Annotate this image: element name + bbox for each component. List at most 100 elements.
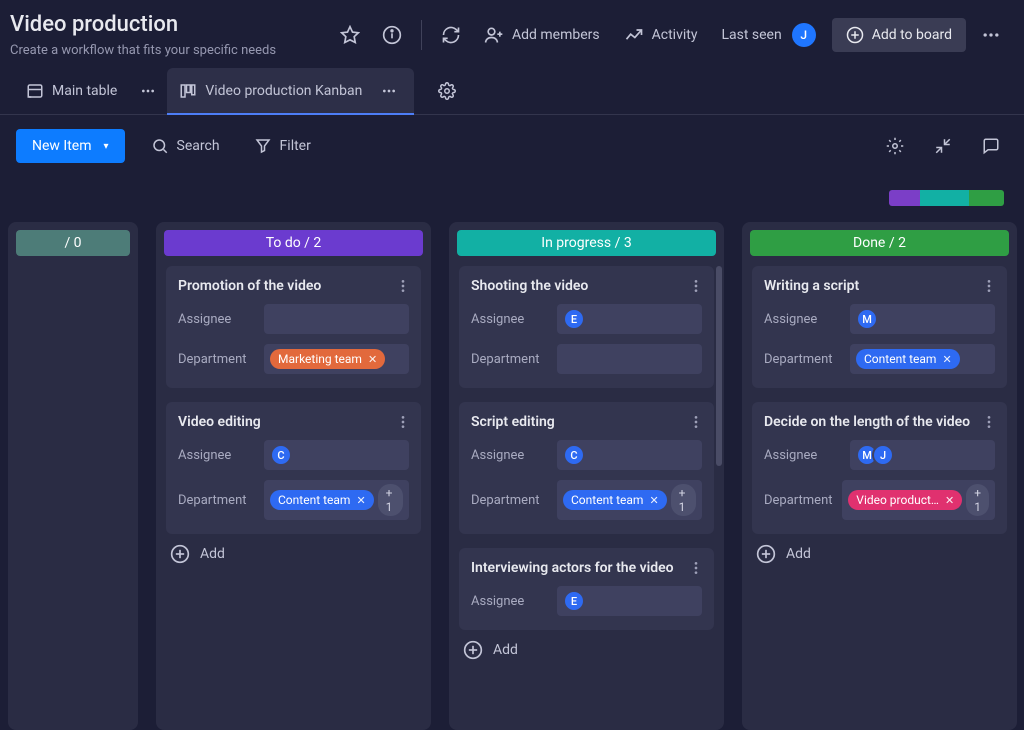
department-field[interactable]: Content team✕+ 1: [264, 480, 409, 520]
remove-tag-icon[interactable]: ✕: [649, 494, 658, 507]
search-tool[interactable]: Search: [143, 131, 228, 161]
more-tags-chip[interactable]: + 1: [378, 484, 403, 516]
favorite-button[interactable]: [333, 18, 367, 52]
assignee-row: AssigneeC: [471, 440, 702, 470]
chevron-down-icon: ▾: [104, 141, 109, 152]
table-icon: [26, 82, 44, 100]
department-field[interactable]: Content team ✕ + 1: [557, 480, 702, 520]
remove-tag-icon[interactable]: ✕: [356, 494, 365, 507]
card-title: Writing a script: [764, 278, 995, 294]
card-more-button[interactable]: [393, 276, 413, 296]
card-more-button[interactable]: [686, 558, 706, 578]
scrollbar[interactable]: [716, 266, 722, 466]
kanban-card[interactable]: Decide on the length of the videoAssigne…: [752, 402, 1007, 534]
more-options-button[interactable]: [974, 18, 1008, 52]
column-header[interactable]: In progress / 3: [457, 230, 716, 256]
department-label: Department: [764, 352, 842, 367]
last-seen[interactable]: Last seen J: [713, 17, 823, 53]
kanban-card[interactable]: Shooting the videoAssigneeEDepartment: [459, 266, 714, 388]
card-more-button[interactable]: [686, 412, 706, 432]
tag-label: Content team: [571, 493, 643, 507]
assignee-row: AssigneeM: [764, 304, 995, 334]
kanban-card[interactable]: Video editingAssigneeCDepartmentContent …: [166, 402, 421, 534]
more-tags-chip[interactable]: + 1: [966, 484, 989, 516]
assignee-field[interactable]: E: [557, 304, 702, 334]
card-more-button[interactable]: [979, 276, 999, 296]
add-card-button[interactable]: Add: [742, 534, 1017, 564]
avatar: C: [563, 444, 585, 466]
add-members-label: Add members: [512, 27, 600, 43]
kanban-card[interactable]: Script editingAssigneeCDepartmentContent…: [459, 402, 714, 534]
column-header[interactable]: Done / 2: [750, 230, 1009, 256]
tag-chip[interactable]: Video product…✕: [848, 490, 962, 510]
avatar: J: [872, 444, 894, 466]
department-field[interactable]: Marketing team✕: [264, 344, 409, 374]
column-header[interactable]: / 0: [16, 230, 130, 256]
collapse-button[interactable]: [926, 129, 960, 163]
remove-tag-icon[interactable]: ✕: [942, 353, 951, 366]
assignee-field[interactable]: C: [264, 440, 409, 470]
board-settings-button[interactable]: [878, 129, 912, 163]
comments-button[interactable]: [974, 129, 1008, 163]
tab-kanban-label: Video production Kanban: [205, 83, 362, 99]
tag-chip[interactable]: Content team ✕: [563, 490, 667, 510]
add-card-button[interactable]: Add: [156, 534, 431, 564]
tag-chip[interactable]: Content team ✕: [856, 349, 960, 369]
page-subtitle: Create a workflow that fits your specifi…: [10, 43, 276, 58]
filter-tool[interactable]: Filter: [246, 131, 319, 161]
status-distribution-bar[interactable]: [889, 190, 1004, 206]
search-label: Search: [177, 138, 220, 154]
avatar: E: [563, 308, 585, 330]
tab-main-table[interactable]: Main table: [14, 72, 129, 110]
gear-icon: [886, 137, 904, 155]
kanban-card[interactable]: Writing a script AssigneeM Department Conte…: [752, 266, 1007, 388]
department-field[interactable]: Video product…✕+ 1: [842, 480, 995, 520]
kanban-column: / 0: [8, 222, 138, 730]
tag-chip[interactable]: Content team✕: [270, 490, 374, 510]
activity-button[interactable]: Activity: [616, 19, 706, 51]
kanban-board: / 0 To do / 2 Promotion of the video Assign…: [8, 222, 1024, 730]
add-to-board-button[interactable]: Add to board: [832, 18, 966, 52]
tab-main-more[interactable]: [135, 78, 161, 104]
card-more-button[interactable]: [686, 276, 706, 296]
new-item-button[interactable]: New Item ▾: [16, 129, 125, 163]
tab-kanban-more[interactable]: [376, 78, 402, 104]
card-more-button[interactable]: [393, 412, 413, 432]
tag-chip[interactable]: Marketing team✕: [270, 349, 385, 369]
card-title: Promotion of the video: [178, 278, 409, 294]
department-row: Department Content team ✕: [764, 344, 995, 374]
cards-container: Writing a scriptAssigneeMDepartmentConte…: [742, 266, 1017, 534]
department-label: Department: [764, 493, 834, 508]
remove-tag-icon[interactable]: ✕: [368, 353, 377, 366]
tab-main-label: Main table: [52, 83, 117, 99]
add-card-button[interactable]: Add: [449, 630, 724, 660]
remove-tag-icon[interactable]: ✕: [945, 494, 954, 507]
assignee-label: Assignee: [178, 448, 256, 463]
kanban-card[interactable]: Interviewing actors for the videoAssigne…: [459, 548, 714, 630]
department-field[interactable]: Content team ✕: [850, 344, 995, 374]
assignee-field[interactable]: M: [850, 304, 995, 334]
view-settings-button[interactable]: [430, 74, 464, 108]
cards-container: Shooting the videoAssigneeEDepartment Scr…: [449, 266, 724, 630]
info-button[interactable]: [375, 18, 409, 52]
search-icon: [151, 137, 169, 155]
avatar: C: [270, 444, 292, 466]
assignee-field[interactable]: C: [557, 440, 702, 470]
column-header[interactable]: To do / 2: [164, 230, 423, 256]
more-tags-chip[interactable]: + 1: [671, 484, 696, 516]
tag-label: Content team: [864, 352, 936, 366]
ellipsis-icon: [381, 83, 397, 99]
collapse-icon: [934, 137, 952, 155]
kanban-card[interactable]: Promotion of the videoAssigneeDepartment…: [166, 266, 421, 388]
assignee-label: Assignee: [764, 448, 842, 463]
assignee-field[interactable]: MJ: [850, 440, 995, 470]
department-field[interactable]: [557, 344, 702, 374]
assignee-field[interactable]: [264, 304, 409, 334]
add-members-button[interactable]: Add members: [476, 19, 608, 51]
tab-kanban[interactable]: Video production Kanban: [167, 68, 414, 114]
card-more-button[interactable]: [979, 412, 999, 432]
refresh-button[interactable]: [434, 18, 468, 52]
assignee-label: Assignee: [178, 312, 256, 327]
card-title: Shooting the video: [471, 278, 702, 294]
assignee-field[interactable]: E: [557, 586, 702, 616]
